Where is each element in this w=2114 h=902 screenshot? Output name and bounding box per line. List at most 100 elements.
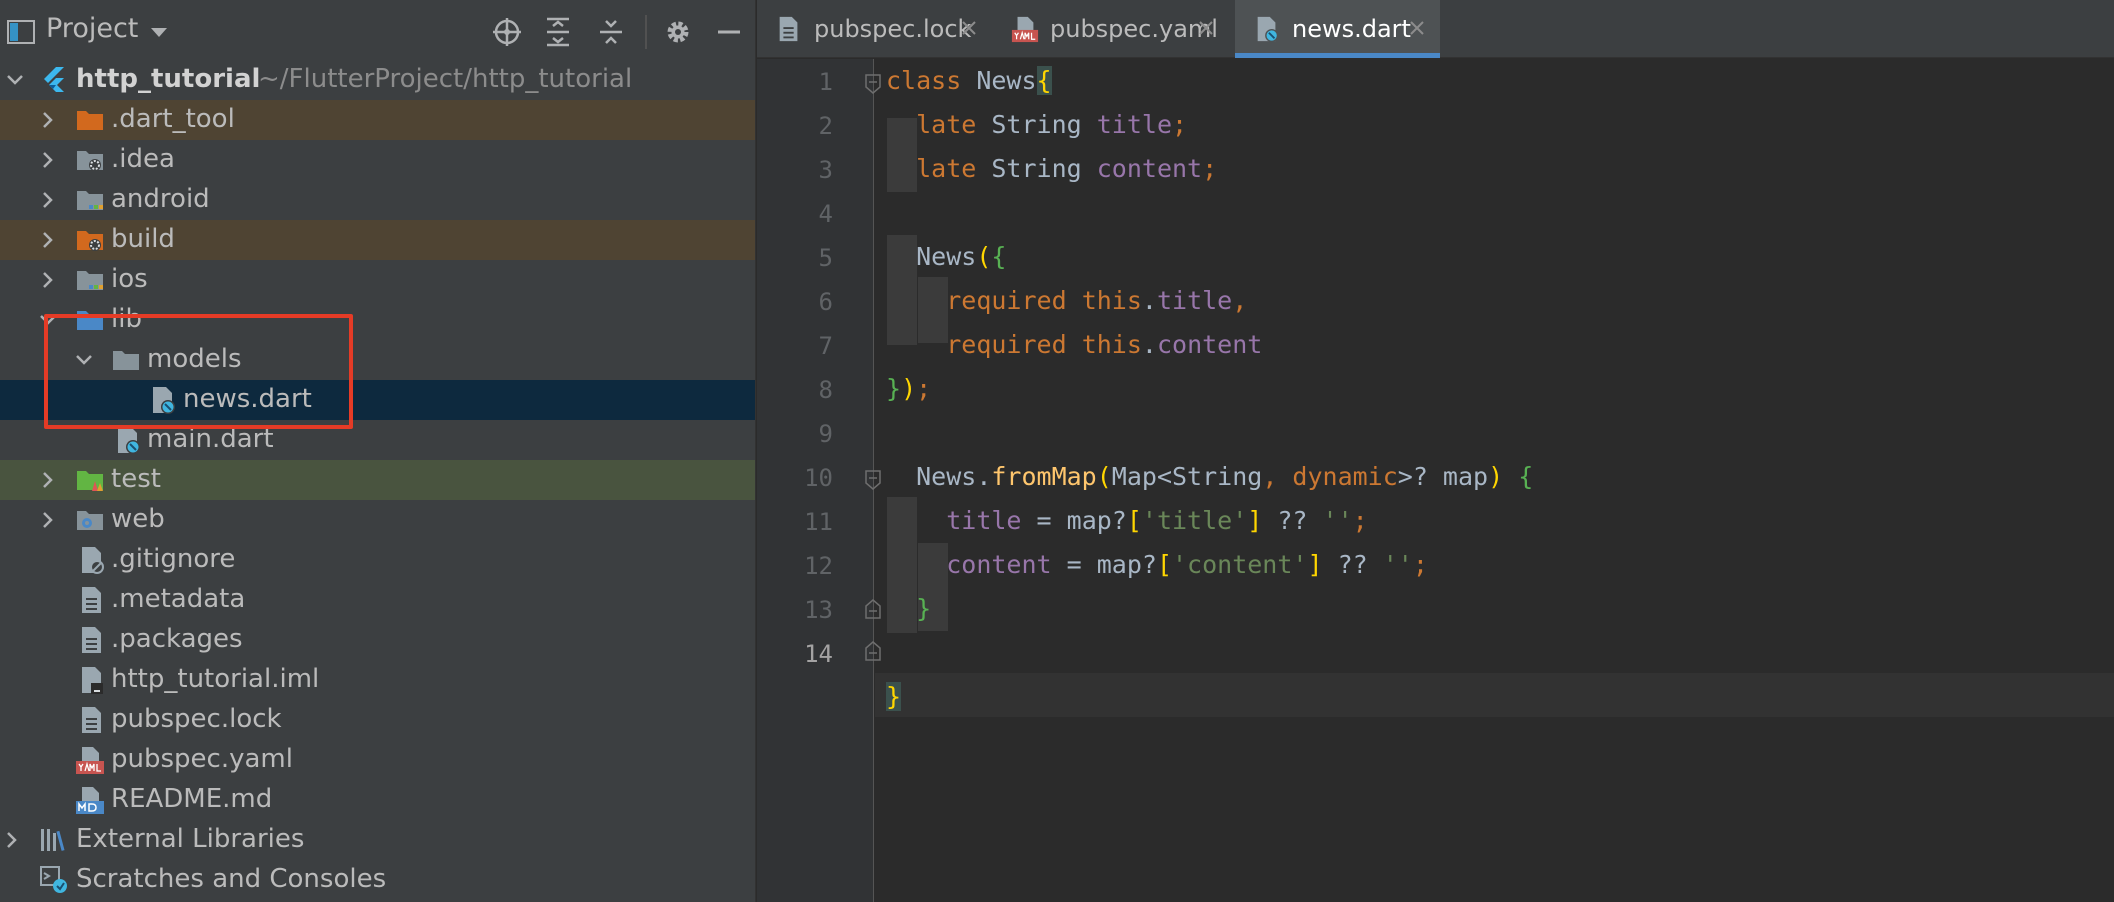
annotation-highlight-box bbox=[44, 314, 353, 429]
expand-all-icon[interactable] bbox=[541, 15, 575, 49]
line-number: 3 bbox=[818, 156, 833, 184]
tab-label: news.dart bbox=[1292, 15, 1411, 43]
folder-test-icon bbox=[77, 471, 103, 491]
text-file-icon bbox=[82, 627, 101, 653]
tree-item-external-libraries[interactable]: External Libraries bbox=[0, 820, 755, 860]
tree-item-label: README.md bbox=[111, 784, 273, 814]
dart-file-icon bbox=[1257, 16, 1279, 43]
line-number: 8 bbox=[818, 376, 833, 404]
line-number: 7 bbox=[818, 332, 833, 360]
tree-item-ios[interactable]: ios bbox=[0, 260, 755, 300]
tree-item-idea[interactable]: .idea bbox=[0, 140, 755, 180]
tree-item-label: test bbox=[111, 464, 161, 494]
tree-item-metadata[interactable]: .metadata bbox=[0, 580, 755, 620]
line-number: 10 bbox=[804, 464, 833, 492]
chevron-right-icon[interactable] bbox=[38, 190, 58, 210]
chevron-right-icon[interactable] bbox=[38, 270, 58, 290]
md-file-icon bbox=[76, 787, 104, 814]
tree-item-test[interactable]: test bbox=[0, 460, 755, 500]
tree-item-build[interactable]: build bbox=[0, 220, 755, 260]
collapse-all-icon[interactable] bbox=[594, 15, 628, 49]
gear-icon[interactable] bbox=[661, 15, 695, 49]
line-number: 4 bbox=[818, 200, 833, 228]
code-line-8: }); bbox=[886, 374, 932, 403]
code-line-3: late String content; bbox=[916, 154, 1218, 183]
tree-item-scratches[interactable]: Scratches and Consoles bbox=[0, 860, 755, 900]
close-icon[interactable] bbox=[1196, 18, 1216, 38]
folder-web-icon bbox=[77, 511, 103, 530]
chevron-right-icon[interactable] bbox=[38, 150, 58, 170]
tree-item-label: Scratches and Consoles bbox=[76, 864, 387, 894]
tab-label: pubspec.lock bbox=[814, 15, 972, 43]
chevron-right-icon[interactable] bbox=[38, 230, 58, 250]
code-line-1: class News{ bbox=[886, 66, 1052, 95]
tree-item-readme[interactable]: README.md bbox=[0, 780, 755, 820]
active-tab-indicator bbox=[1235, 53, 1440, 58]
code-line-14: } bbox=[886, 682, 902, 711]
tree-item-label: .dart_tool bbox=[111, 104, 235, 134]
crosshair-icon[interactable] bbox=[490, 15, 524, 49]
folder-config-icon bbox=[77, 151, 103, 171]
tab-label: pubspec.yaml bbox=[1050, 15, 1218, 43]
line-number-gutter[interactable]: 1 2 3 4 5 6 7 8 9 10 11 12 13 14 bbox=[757, 59, 874, 902]
code-line-10: News.fromMap(Map<String, dynamic>? map) … bbox=[916, 462, 1534, 491]
line-number: 11 bbox=[804, 508, 833, 536]
code-line-2: late String title; bbox=[916, 110, 1188, 139]
flutter-module-icon bbox=[44, 67, 64, 92]
tree-item-gitignore[interactable]: .gitignore bbox=[0, 540, 755, 580]
chevron-right-icon[interactable] bbox=[38, 110, 58, 130]
ignore-file-icon bbox=[82, 547, 104, 574]
tab-news-dart[interactable]: news.dart bbox=[1235, 0, 1440, 58]
folder-module-icon bbox=[77, 191, 103, 210]
code-line-11: title = map?['title'] ?? ''; bbox=[946, 506, 1368, 535]
line-number-current: 14 bbox=[804, 640, 833, 668]
tree-item-dart-tool[interactable]: .dart_tool bbox=[0, 100, 755, 140]
line-number: 2 bbox=[818, 112, 833, 140]
tree-root-http-tutorial[interactable]: http_tutorial ~/FlutterProject/http_tuto… bbox=[0, 60, 755, 100]
text-file-icon bbox=[779, 16, 798, 42]
tab-pubspec-lock[interactable]: pubspec.lock bbox=[757, 0, 993, 58]
tree-item-label: .packages bbox=[111, 624, 243, 654]
tree-item-label: .idea bbox=[111, 144, 175, 174]
chevron-right-icon[interactable] bbox=[38, 470, 58, 490]
tree-item-packages[interactable]: .packages bbox=[0, 620, 755, 660]
line-number: 1 bbox=[818, 68, 833, 96]
project-root-path: ~/FlutterProject/http_tutorial bbox=[258, 64, 633, 94]
tree-item-pubspec-yaml[interactable]: pubspec.yaml bbox=[0, 740, 755, 780]
iml-file-icon bbox=[82, 667, 103, 694]
chevron-down-icon[interactable] bbox=[150, 24, 168, 43]
tree-item-label: web bbox=[111, 504, 165, 534]
library-icon bbox=[41, 829, 65, 851]
caret-row-highlight bbox=[875, 673, 2114, 717]
code-editor[interactable]: class News{ late String title; late Stri… bbox=[875, 59, 2114, 902]
tree-item-web[interactable]: web bbox=[0, 500, 755, 540]
close-icon[interactable] bbox=[1407, 18, 1427, 38]
tree-item-label: build bbox=[111, 224, 175, 254]
folder-excluded-icon bbox=[77, 111, 103, 130]
folder-module-icon bbox=[77, 271, 103, 290]
project-window-icon[interactable] bbox=[4, 15, 38, 49]
minus-icon[interactable] bbox=[712, 15, 746, 49]
close-icon[interactable] bbox=[959, 18, 979, 38]
line-number: 6 bbox=[818, 288, 833, 316]
chevron-down-icon[interactable] bbox=[5, 70, 25, 90]
code-line-7: required this.content bbox=[946, 330, 1263, 359]
text-file-icon bbox=[82, 587, 101, 613]
chevron-right-icon[interactable] bbox=[2, 830, 22, 850]
project-panel-title[interactable]: Project bbox=[46, 13, 138, 44]
folder-excluded-icon bbox=[77, 231, 103, 251]
tree-item-label: pubspec.yaml bbox=[111, 744, 293, 774]
tree-item-android[interactable]: android bbox=[0, 180, 755, 220]
dart-file-icon bbox=[118, 427, 140, 454]
tree-item-label: ios bbox=[111, 264, 148, 294]
tree-item-iml[interactable]: http_tutorial.iml bbox=[0, 660, 755, 700]
chevron-right-icon[interactable] bbox=[38, 510, 58, 530]
scratches-icon bbox=[40, 866, 67, 893]
yaml-file-icon bbox=[1011, 16, 1039, 43]
yaml-file-icon bbox=[76, 747, 104, 774]
tab-pubspec-yaml[interactable]: pubspec.yaml bbox=[993, 0, 1229, 58]
editor-tab-bar: pubspec.lock pubspec.yaml news.dart bbox=[757, 0, 2114, 58]
line-number: 9 bbox=[818, 420, 833, 448]
project-panel-header: Project bbox=[0, 0, 755, 66]
tree-item-pubspec-lock[interactable]: pubspec.lock bbox=[0, 700, 755, 740]
